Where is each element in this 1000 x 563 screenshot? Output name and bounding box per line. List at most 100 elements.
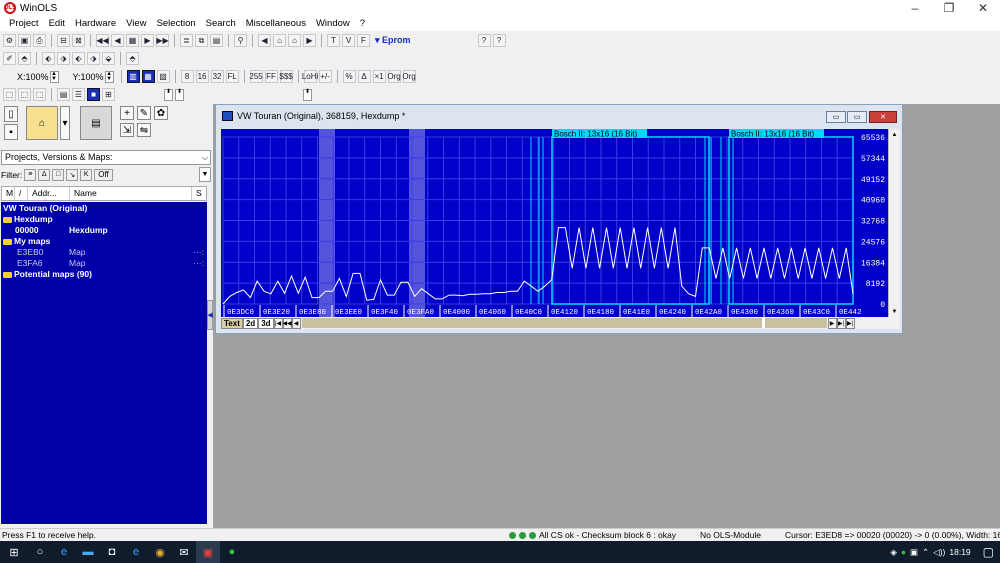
f-mode-button[interactable]: F: [357, 34, 370, 47]
project-icon[interactable]: ▣: [18, 34, 31, 47]
select3-icon[interactable]: ⬚: [33, 88, 46, 101]
network-icon[interactable]: ◈: [890, 547, 897, 558]
clock[interactable]: 18:19: [949, 547, 970, 557]
export-icon[interactable]: ⇲: [120, 123, 134, 137]
first-page-icon[interactable]: |◀: [273, 317, 283, 329]
tree-item-hexdump[interactable]: 00000 Hexdump: [3, 225, 205, 236]
tool7-icon[interactable]: ⬘: [126, 52, 139, 65]
horizontal-scrollbar[interactable]: [301, 318, 827, 328]
add-map-icon[interactable]: +: [120, 106, 134, 120]
scroll-up-icon[interactable]: ▲: [889, 129, 900, 140]
start-icon[interactable]: ⊞: [0, 541, 28, 563]
select2-icon[interactable]: ⬚: [18, 88, 31, 101]
tree-item-map[interactable]: E3FA6 Map ···:: [3, 258, 205, 269]
decimal-button[interactable]: 255: [249, 70, 263, 83]
menu-search[interactable]: Search: [201, 18, 241, 29]
window2-icon[interactable]: ⊠: [72, 34, 85, 47]
tab-2d[interactable]: 2d: [242, 317, 259, 329]
print-icon[interactable]: ⎙: [33, 34, 46, 47]
mail-icon[interactable]: ✉: [172, 541, 196, 563]
scroll-down-icon[interactable]: ▼: [889, 306, 900, 317]
hex-button[interactable]: FF: [264, 70, 278, 83]
ie-icon[interactable]: e: [124, 541, 148, 563]
filter-delta-button[interactable]: Δ: [38, 168, 51, 181]
maximize-button[interactable]: ❐: [932, 0, 966, 16]
next-icon[interactable]: ▶: [141, 34, 154, 47]
filter-k-button[interactable]: K: [80, 168, 93, 181]
hexdump-2d-view[interactable]: Bosch II: 13x16 (16 Bit) Bosch II: 13x16 …: [221, 129, 900, 317]
last-icon[interactable]: ▶▶: [156, 34, 169, 47]
filter-box-button[interactable]: □: [52, 168, 65, 181]
vertical-scrollbar[interactable]: ▲ ▼: [888, 129, 900, 317]
search-icon[interactable]: ⚲: [234, 34, 247, 47]
edit-icon[interactable]: ✐: [3, 52, 16, 65]
percent-button[interactable]: %: [342, 70, 356, 83]
minimize-button[interactable]: –: [898, 0, 932, 16]
original-button[interactable]: Org: [387, 70, 401, 83]
colors-icon[interactable]: ✿: [154, 106, 168, 120]
tree-folder-potential[interactable]: Potential maps (90): [3, 269, 205, 280]
lohi-button[interactable]: LoHi: [302, 70, 318, 83]
close-button[interactable]: ✕: [966, 0, 1000, 16]
tool3-icon[interactable]: ⬗: [57, 52, 70, 65]
list-icon[interactable]: ≣: [180, 34, 193, 47]
view-mode-button[interactable]: V: [342, 34, 355, 47]
original2-button[interactable]: Org: [402, 70, 416, 83]
last-page-icon[interactable]: ▶|: [845, 317, 855, 329]
hexdump-close-button[interactable]: ✕: [869, 111, 897, 123]
16bit-button[interactable]: 16: [195, 70, 209, 83]
project-view-select[interactable]: Projects, Versions & Maps: ⌵: [1, 150, 211, 165]
tool6-icon[interactable]: ⬙: [102, 52, 115, 65]
tree-item-map[interactable]: E3EB0 Map ···:: [3, 247, 205, 258]
menu-window[interactable]: Window: [311, 18, 355, 29]
hexdump-minimize-button[interactable]: ▭: [826, 111, 846, 123]
layout-icon[interactable]: ▤: [57, 88, 70, 101]
tab-3d[interactable]: 3d: [258, 317, 274, 329]
columns2-icon[interactable]: ▦: [141, 70, 155, 83]
column-address[interactable]: Addr...: [28, 187, 70, 200]
tool-icon[interactable]: ⬘: [18, 52, 31, 65]
window-icon[interactable]: ⊟: [57, 34, 70, 47]
delta-button[interactable]: Δ: [357, 70, 371, 83]
float-button[interactable]: FL: [225, 70, 239, 83]
grid-icon[interactable]: ▦: [126, 34, 139, 47]
store-icon[interactable]: ◘: [100, 541, 124, 563]
hexdump-title-bar[interactable]: VW Touran (Original), 368159, Hexdump * …: [216, 105, 902, 127]
binary-button[interactable]: $$$: [279, 70, 293, 83]
column-sort[interactable]: /: [15, 187, 28, 200]
prev-icon[interactable]: ◀: [111, 34, 124, 47]
menu-selection[interactable]: Selection: [152, 18, 201, 29]
battery-icon[interactable]: ▣: [910, 547, 918, 558]
scroll-thumb[interactable]: [761, 318, 765, 328]
tool5-icon[interactable]: ⬗: [87, 52, 100, 65]
text-mode-button[interactable]: T: [327, 34, 340, 47]
help-icon[interactable]: ?: [477, 34, 491, 47]
copy-icon[interactable]: ⧉: [195, 34, 208, 47]
edit-map-icon[interactable]: ✎: [137, 106, 151, 120]
32bit-button[interactable]: 32: [210, 70, 224, 83]
filter-arrow-button[interactable]: ↘: [66, 168, 79, 181]
y-zoom-spinner[interactable]: ▲ ▼: [104, 70, 114, 83]
scroll-left-icon[interactable]: ◀: [291, 317, 301, 329]
tray-expand-icon[interactable]: ⌃: [922, 547, 929, 558]
fill-icon[interactable]: ■: [87, 88, 100, 101]
context-help-icon[interactable]: ?: [492, 34, 506, 47]
menu-miscellaneous[interactable]: Miscellaneous: [241, 18, 311, 29]
compare-icon[interactable]: ⇋: [137, 123, 151, 137]
scroll-right-icon[interactable]: ▶: [827, 317, 837, 329]
new-file-icon[interactable]: ▯: [4, 106, 18, 122]
filter-list-button[interactable]: ≡: [24, 168, 37, 181]
eprom-dropdown[interactable]: ▾ Eprom: [372, 35, 414, 46]
factor-button[interactable]: ×1: [372, 70, 386, 83]
spinner-b[interactable]: ⬍: [175, 88, 184, 101]
spinner-c[interactable]: ⬍: [303, 88, 312, 101]
winols-taskbar-icon[interactable]: ▣: [196, 541, 220, 563]
back-icon[interactable]: ◀: [258, 34, 271, 47]
open-folder-icon[interactable]: ⌂: [26, 106, 58, 140]
notification-icon[interactable]: ▢: [983, 545, 994, 559]
table-icon[interactable]: ▤: [210, 34, 223, 47]
tree-folder-hexdump[interactable]: Hexdump: [3, 214, 205, 225]
chrome-icon[interactable]: ◉: [148, 541, 172, 563]
tool4-icon[interactable]: ⬖: [72, 52, 85, 65]
tree-folder-mymaps[interactable]: My maps: [3, 236, 205, 247]
